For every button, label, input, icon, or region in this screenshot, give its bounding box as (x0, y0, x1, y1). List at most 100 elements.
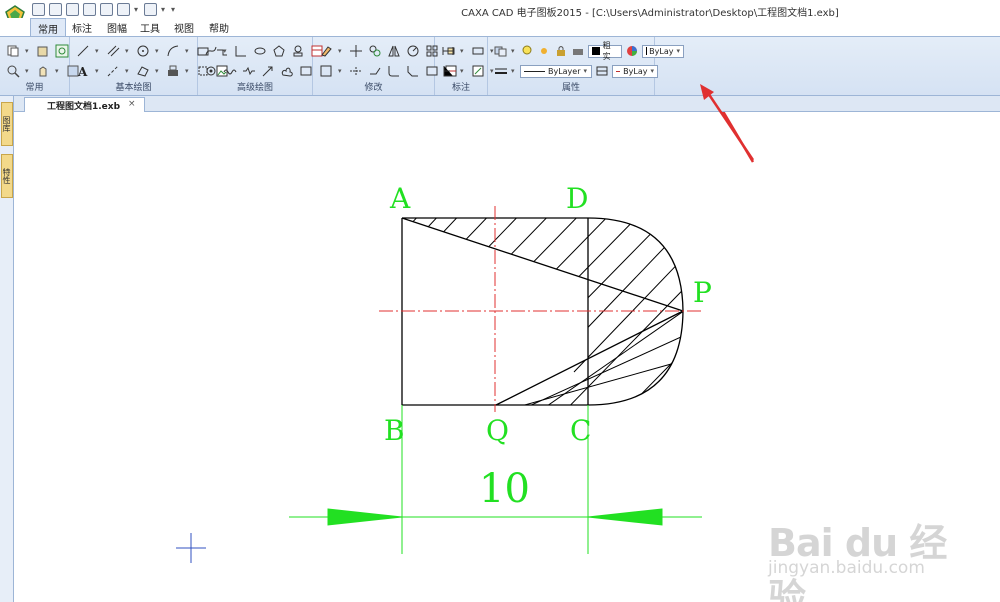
gear-icon[interactable] (204, 64, 218, 78)
watermark-sub: jingyan.baidu.com (768, 558, 925, 578)
stamp-icon[interactable] (291, 44, 305, 58)
angle-line-icon[interactable] (234, 44, 248, 58)
linetype-select[interactable]: ByLayer ▾ (520, 64, 592, 78)
printer-icon[interactable] (571, 44, 585, 58)
label-B: B (384, 414, 405, 447)
dropdown-icon[interactable]: ▾ (511, 47, 517, 55)
dropdown-icon[interactable]: ▾ (338, 67, 344, 75)
dropdown-icon[interactable]: ▾ (338, 47, 344, 55)
eraser-icon[interactable] (319, 44, 333, 58)
group-label-common: 常用 (25, 83, 44, 93)
dropdown-icon[interactable]: ▾ (185, 67, 191, 75)
spline-icon[interactable] (204, 44, 218, 58)
dropdown-icon: ▾ (650, 66, 654, 75)
tab-help[interactable]: 帮助 (202, 18, 236, 36)
color-wheel-icon[interactable] (625, 44, 639, 58)
parallel-line-icon[interactable] (106, 44, 120, 58)
dropdown-icon[interactable]: ▾ (125, 67, 131, 75)
centerline-icon[interactable] (106, 64, 120, 78)
dropdown-icon[interactable]: ▾ (95, 47, 101, 55)
text-icon[interactable]: A (76, 64, 90, 78)
ellipse-icon[interactable] (253, 44, 267, 58)
line-weight-select[interactable]: 粗实 (588, 41, 622, 61)
watermark-main: Bai du 经验 (768, 521, 947, 602)
fillet-icon[interactable] (387, 64, 401, 78)
hatch-icon[interactable] (136, 64, 150, 78)
document-tab[interactable]: 工程图文档1.exb × (24, 97, 145, 112)
layer-manager-icon[interactable] (494, 44, 508, 58)
zoom-icon[interactable] (6, 64, 20, 78)
dropdown-icon[interactable]: ▾ (25, 67, 31, 75)
dimension-text-icon[interactable] (471, 44, 485, 58)
bulb-icon[interactable] (520, 44, 534, 58)
hatch-pattern-icon[interactable] (595, 64, 609, 78)
coordinate-dimension-icon[interactable] (441, 64, 455, 78)
dropdown-icon[interactable]: ▾ (223, 47, 229, 55)
trim-icon[interactable] (349, 64, 363, 78)
paste-icon[interactable] (36, 44, 50, 58)
side-tab-library[interactable]: 图库 (1, 102, 13, 146)
circle-icon[interactable] (136, 44, 150, 58)
window-title: CAXA CAD 电子图板2015 - [C:\Users\Administra… (461, 8, 839, 19)
caxa-cad-window: ▾ ▾ ▾ CAXA CAD 电子图板2015 - [C:\Users\Admi… (0, 0, 1000, 602)
group-properties: ▾ 粗实 ByLay ▾ ▾ ByLayer ▾ ByLay ▾ 属性 (488, 37, 684, 95)
cloud-line-icon[interactable] (280, 64, 294, 78)
lock-icon[interactable] (554, 44, 568, 58)
dropdown-icon[interactable]: ▾ (460, 47, 466, 55)
tab-tools[interactable]: 工具 (133, 18, 167, 36)
annotation-arrowhead (700, 84, 755, 161)
line-weight-icon[interactable] (494, 64, 508, 78)
copy-select-icon[interactable] (368, 44, 382, 58)
tab-common[interactable]: 常用 (30, 18, 66, 36)
ole-object-icon[interactable] (299, 64, 313, 78)
dropdown-icon[interactable]: ▾ (95, 67, 101, 75)
extend-icon[interactable] (368, 64, 382, 78)
mirror-icon[interactable] (387, 44, 401, 58)
dimension-arrow-left (327, 508, 403, 526)
block-icon[interactable] (166, 64, 180, 78)
dropdown-icon: ▾ (676, 46, 680, 55)
wave-line-icon[interactable] (223, 64, 237, 78)
tab-sheet[interactable]: 图幅 (100, 18, 134, 36)
color-select[interactable]: ByLay ▾ (642, 44, 684, 58)
close-icon[interactable]: × (128, 99, 136, 112)
lineweight-preview (616, 70, 621, 72)
dropdown-icon[interactable]: ▾ (460, 67, 466, 75)
drawing-canvas[interactable]: 10 A D P B Q C Bai du 经验 jingyan.baidu.c… (14, 112, 1000, 602)
linear-dimension-icon[interactable] (441, 44, 455, 58)
pan-icon[interactable] (36, 64, 50, 78)
dropdown-icon[interactable]: ▾ (155, 67, 161, 75)
break-line-icon[interactable] (242, 64, 256, 78)
lineweight-select[interactable]: ByLay ▾ (612, 64, 658, 78)
group-basic-draw: ▾ ▾ ▾ ▾ A ▾ ▾ ▾ ▾ 基本绘图 (70, 37, 228, 95)
copy-icon[interactable] (6, 44, 20, 58)
crosshair-cursor-icon (176, 533, 206, 563)
refresh-icon[interactable] (55, 44, 69, 58)
dropdown-icon[interactable]: ▾ (155, 47, 161, 55)
chamfer-icon[interactable] (406, 64, 420, 78)
side-tab-properties[interactable]: 特性 (1, 154, 13, 198)
label-Q: Q (486, 414, 509, 447)
arc-icon[interactable] (166, 44, 180, 58)
scale-box-icon[interactable] (319, 64, 333, 78)
dropdown-icon[interactable]: ▾ (185, 47, 191, 55)
dropdown-icon[interactable]: ▾ (25, 47, 31, 55)
label-P: P (693, 276, 712, 309)
rotate-icon[interactable] (406, 44, 420, 58)
tab-dimension[interactable]: 标注 (65, 18, 99, 36)
label-C: C (570, 414, 591, 447)
tab-view[interactable]: 视图 (167, 18, 201, 36)
dropdown-icon[interactable]: ▾ (511, 67, 517, 75)
dropdown-icon: ▾ (583, 66, 588, 75)
dimension-value-text: 10 (479, 466, 530, 512)
polygon-icon[interactable] (272, 44, 286, 58)
sun-icon[interactable] (537, 44, 551, 58)
dropdown-icon[interactable]: ▾ (125, 47, 131, 55)
group-dimension: ▾ ▾ ▾ ▾ 标注 (435, 37, 494, 95)
line-icon[interactable] (76, 44, 90, 58)
symbol-annotation-icon[interactable] (471, 64, 485, 78)
move-icon[interactable] (349, 44, 363, 58)
arrow-icon[interactable] (261, 64, 275, 78)
document-tab-bar: 工程图文档1.exb × (14, 96, 1000, 112)
dropdown-icon[interactable]: ▾ (55, 67, 61, 75)
